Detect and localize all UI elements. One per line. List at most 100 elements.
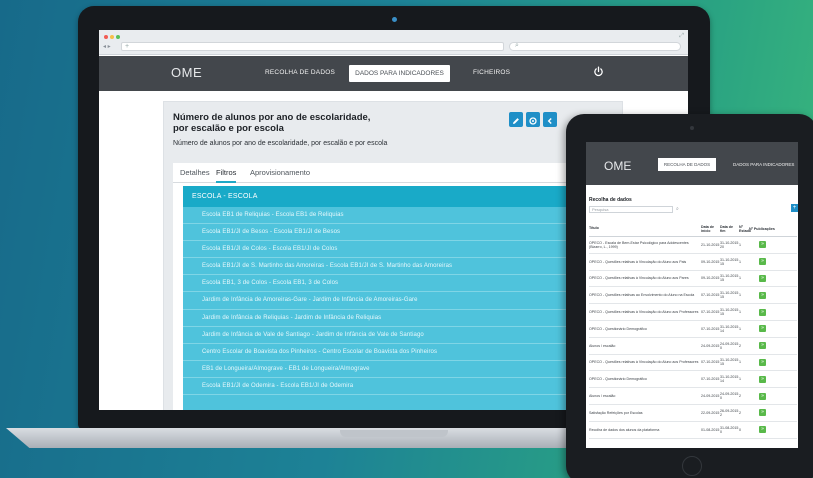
tablet-page-title: Recolha de dados xyxy=(589,197,632,203)
row-count: 1 xyxy=(739,276,741,281)
address-bar[interactable]: + xyxy=(121,42,504,51)
browser-search-input[interactable]: ⌕ xyxy=(509,42,681,51)
open-row-button[interactable]: » xyxy=(759,325,766,333)
tablet-app-logo[interactable]: OME xyxy=(604,159,631,173)
app-navbar: OME RECOLHA DE DADOS DADOS PARA INDICADO… xyxy=(99,56,688,91)
gear-icon xyxy=(529,117,537,125)
filters-panel: ESCOLA - ESCOLA Escola EB1 de Reliquias … xyxy=(173,183,619,410)
close-window-icon[interactable] xyxy=(104,35,108,39)
open-row-button[interactable]: » xyxy=(759,426,766,434)
back-forward-icon[interactable]: ◂ ▸ xyxy=(103,43,111,51)
minimize-window-icon[interactable] xyxy=(110,35,114,39)
tab-aprovisionamento[interactable]: Aprovisionamento xyxy=(250,168,310,177)
table-row[interactable]: Alunos / escalão 24-09-2015 24-09-2015 0 2 » xyxy=(589,338,797,355)
filter-option[interactable]: Jardim de Infância de Amoreiras-Gare - J… xyxy=(183,292,613,310)
row-title: OPECO - Questões relativas à Vinculação … xyxy=(589,276,689,281)
tablet-navbar: OME RECOLHA DE DADOS DADOS PARA INDICADO… xyxy=(586,142,798,185)
table-row[interactable]: OPECO - Questões relativas ao Envolvimen… xyxy=(589,287,797,305)
search-icon[interactable]: ⌕ xyxy=(676,206,679,212)
table-row[interactable]: OPECO - Questionário Demográfico 07-10-20… xyxy=(589,371,797,389)
table-row[interactable]: OPECO - Questões relativas à Vinculação … xyxy=(589,271,797,288)
row-title: Satisfação Refeições por Escolas xyxy=(589,410,643,415)
column-header[interactable]: Data de início xyxy=(701,225,720,233)
tablet-nav-recolha-de-dados[interactable]: RECOLHA DE DADOS xyxy=(658,158,716,171)
row-end-date: 31-10-2015 15 xyxy=(720,257,739,266)
open-row-button[interactable]: » xyxy=(759,274,766,282)
column-header[interactable]: Data de fim xyxy=(720,225,739,233)
open-row-button[interactable]: » xyxy=(759,409,766,417)
tablet-nav-dados-para-indicadores[interactable]: DADOS PARA INDICADORES xyxy=(733,162,794,167)
tablet-search-input[interactable]: Pesquisa xyxy=(589,206,673,213)
filter-option[interactable]: Centro Escolar de Boavista dos Pinheiros… xyxy=(183,344,613,361)
plus-icon[interactable]: + xyxy=(125,43,129,51)
column-header[interactable]: Nº Estado xyxy=(739,225,751,233)
row-start-date: 07-10-2015 xyxy=(701,293,720,298)
open-row-button[interactable]: » xyxy=(759,308,766,316)
row-start-date: 24-09-2015 xyxy=(701,394,720,399)
table-row[interactable]: OPECO - Escala de Bem-Estar Psicológico … xyxy=(589,237,797,254)
filter-option[interactable]: EB1 de Longueira/Almograve - EB1 de Long… xyxy=(183,361,613,378)
tab-bar: Detalhes Filtros Aprovisionamento xyxy=(173,163,619,183)
filter-header[interactable]: ESCOLA - ESCOLA xyxy=(183,186,613,207)
filter-option[interactable]: Escola EB1/JI de Odemira - Escola EB1/JI… xyxy=(183,378,613,396)
filter-option[interactable]: Escola EB1/JI de S. Martinho das Amoreir… xyxy=(183,258,613,276)
row-title: Alunos / escalão xyxy=(589,343,616,348)
column-header[interactable]: Título xyxy=(589,226,701,230)
tab-detalhes[interactable]: Detalhes xyxy=(180,168,210,177)
row-end-date: 24-09-2015 0 xyxy=(720,341,739,350)
open-row-button[interactable]: » xyxy=(759,358,766,366)
row-count: 1 xyxy=(739,377,741,382)
table-row[interactable]: OPECO - Questões relativas à Vinculação … xyxy=(589,254,797,271)
edit-button[interactable] xyxy=(509,112,523,127)
table-row[interactable]: Recolha de dados dos alunos da plataform… xyxy=(589,422,797,439)
filter-option[interactable]: Escola EB1, 3 de Colos - Escola EB1, 3 d… xyxy=(183,275,613,293)
tab-filtros[interactable]: Filtros xyxy=(216,168,237,183)
open-row-button[interactable]: » xyxy=(759,392,766,400)
open-row-button[interactable]: » xyxy=(759,342,766,350)
row-start-date: 21-10-2015 xyxy=(701,242,720,247)
add-button[interactable]: + xyxy=(791,204,798,212)
column-header[interactable]: Nº Publicações xyxy=(749,227,779,231)
filter-option[interactable]: Escola EB1 de Reliquias - Escola EB1 de … xyxy=(183,207,613,225)
open-row-button[interactable]: » xyxy=(759,241,766,249)
row-end-date: 26-09-2015 2 xyxy=(720,408,739,417)
table-row[interactable]: Alunos / escalão 24-09-2015 24-09-2015 0 2 » xyxy=(589,388,797,405)
maximize-window-icon[interactable] xyxy=(116,35,120,39)
browser-toolbar: ◂ ▸ + ⌕ ⤢ xyxy=(99,30,688,55)
row-count: 2 xyxy=(739,343,741,348)
page-title: Número de alunos por ano de escolaridade… xyxy=(173,112,371,134)
row-title: OPECO - Questionário Demográfico xyxy=(589,326,647,331)
data-table: Título Data de início Data de fim Nº Est… xyxy=(589,221,797,439)
expand-icon[interactable]: ⤢ xyxy=(679,33,684,40)
filter-option[interactable]: Escola EB1/JI de Besos - Escola EB1/JI d… xyxy=(183,224,613,242)
open-row-button[interactable]: » xyxy=(759,258,766,266)
row-count: 0 xyxy=(739,427,741,432)
settings-button[interactable] xyxy=(526,112,540,127)
power-icon[interactable] xyxy=(593,66,604,77)
table-row[interactable]: Satisfação Refeições por Escolas 22-09-20… xyxy=(589,405,797,422)
home-button[interactable] xyxy=(682,456,702,476)
table-row[interactable]: OPECO - Questões relativas à Vinculação … xyxy=(589,355,797,372)
nav-ficheiros[interactable]: FICHEIROS xyxy=(473,69,510,76)
nav-recolha-de-dados[interactable]: RECOLHA DE DADOS xyxy=(265,69,335,76)
row-count: 2 xyxy=(739,410,741,415)
search-icon: ⌕ xyxy=(515,42,519,49)
nav-dados-para-indicadores[interactable]: DADOS PARA INDICADORES xyxy=(349,65,450,82)
row-title: OPECO - Escala de Bem-Estar Psicológico … xyxy=(589,240,689,249)
open-row-button[interactable]: » xyxy=(759,291,766,299)
table-row[interactable]: OPECO - Questionário Demográfico 07-10-20… xyxy=(589,321,797,338)
pencil-icon xyxy=(513,118,519,124)
filter-option[interactable]: Jardim de Infância de Vale de Santiago -… xyxy=(183,327,613,344)
app-logo[interactable]: OME xyxy=(171,65,202,80)
filter-option[interactable]: Jardim de Infância de Reliquias - Jardim… xyxy=(183,310,613,327)
row-count: 2 xyxy=(739,394,741,399)
row-end-date: 31-10-2015 15 xyxy=(720,308,739,317)
table-row[interactable]: OPECO - Questões relativas à Vinculação … xyxy=(589,304,797,321)
row-end-date: 31-08-2015 0 xyxy=(720,425,739,434)
filter-option[interactable]: Escola EB1/JI de Colos - Escola EB1/JI d… xyxy=(183,241,613,259)
back-button[interactable] xyxy=(543,112,557,127)
open-row-button[interactable]: » xyxy=(759,375,766,383)
row-start-date: 24-09-2015 xyxy=(701,343,720,348)
school-filter-list: ESCOLA - ESCOLA Escola EB1 de Reliquias … xyxy=(183,186,613,410)
table-header: Título Data de início Data de fim Nº Est… xyxy=(589,221,797,237)
